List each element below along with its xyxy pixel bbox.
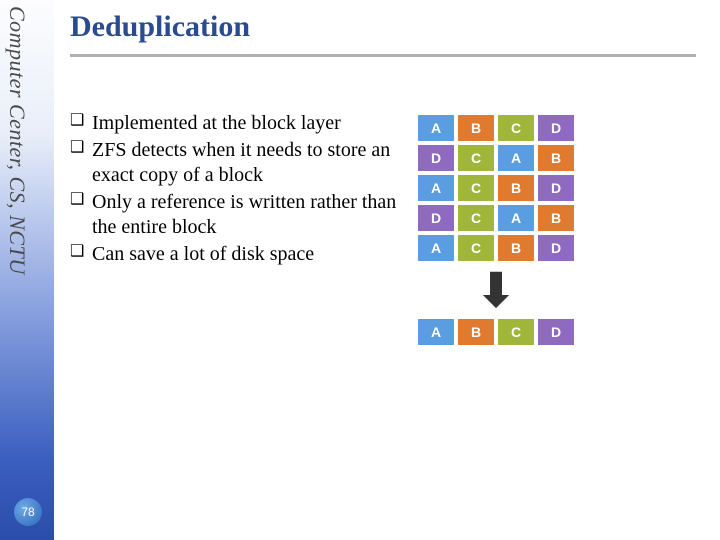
bullet-item: Implemented at the block layer: [70, 111, 400, 136]
block-cell-C: C: [498, 115, 534, 141]
dedup-diagram: ABCDDCABACBDDCABACBD ⬇ ABCD: [418, 115, 574, 345]
block-cell-C: C: [458, 235, 494, 261]
block-cell-C: C: [458, 145, 494, 171]
block-cell-A: A: [418, 115, 454, 141]
block-cell-C: C: [458, 175, 494, 201]
block-cell-A: A: [498, 205, 534, 231]
block-cell-B: B: [538, 145, 574, 171]
block-cell-B: B: [498, 175, 534, 201]
arrow-down-icon: ⬇: [477, 275, 516, 307]
diagram-top-grid: ABCDDCABACBDDCABACBD: [418, 115, 574, 261]
title-rule: [70, 54, 696, 57]
diagram-bottom-grid: ABCD: [418, 319, 574, 345]
page-number-badge: 78: [14, 498, 42, 526]
block-cell-B: B: [458, 319, 494, 345]
block-cell-B: B: [538, 205, 574, 231]
slide-content: Deduplication Implemented at the block l…: [70, 0, 720, 540]
block-cell-A: A: [498, 145, 534, 171]
block-cell-A: A: [418, 319, 454, 345]
bullet-item: ZFS detects when it needs to store an ex…: [70, 138, 400, 188]
bullet-list: Implemented at the block layer ZFS detec…: [70, 111, 400, 345]
block-cell-A: A: [418, 175, 454, 201]
slide-title: Deduplication: [70, 10, 720, 44]
block-cell-B: B: [458, 115, 494, 141]
block-cell-A: A: [418, 235, 454, 261]
block-cell-D: D: [538, 175, 574, 201]
body-row: Implemented at the block layer ZFS detec…: [70, 111, 720, 345]
sidebar: Computer Center, CS, NCTU: [0, 0, 54, 540]
block-cell-B: B: [498, 235, 534, 261]
block-cell-C: C: [498, 319, 534, 345]
bullet-item: Can save a lot of disk space: [70, 242, 400, 267]
block-cell-D: D: [538, 115, 574, 141]
block-cell-D: D: [538, 235, 574, 261]
block-cell-D: D: [538, 319, 574, 345]
sidebar-org-text: Computer Center, CS, NCTU: [4, 6, 30, 275]
block-cell-D: D: [418, 145, 454, 171]
bullet-item: Only a reference is written rather than …: [70, 190, 400, 240]
block-cell-C: C: [458, 205, 494, 231]
block-cell-D: D: [418, 205, 454, 231]
